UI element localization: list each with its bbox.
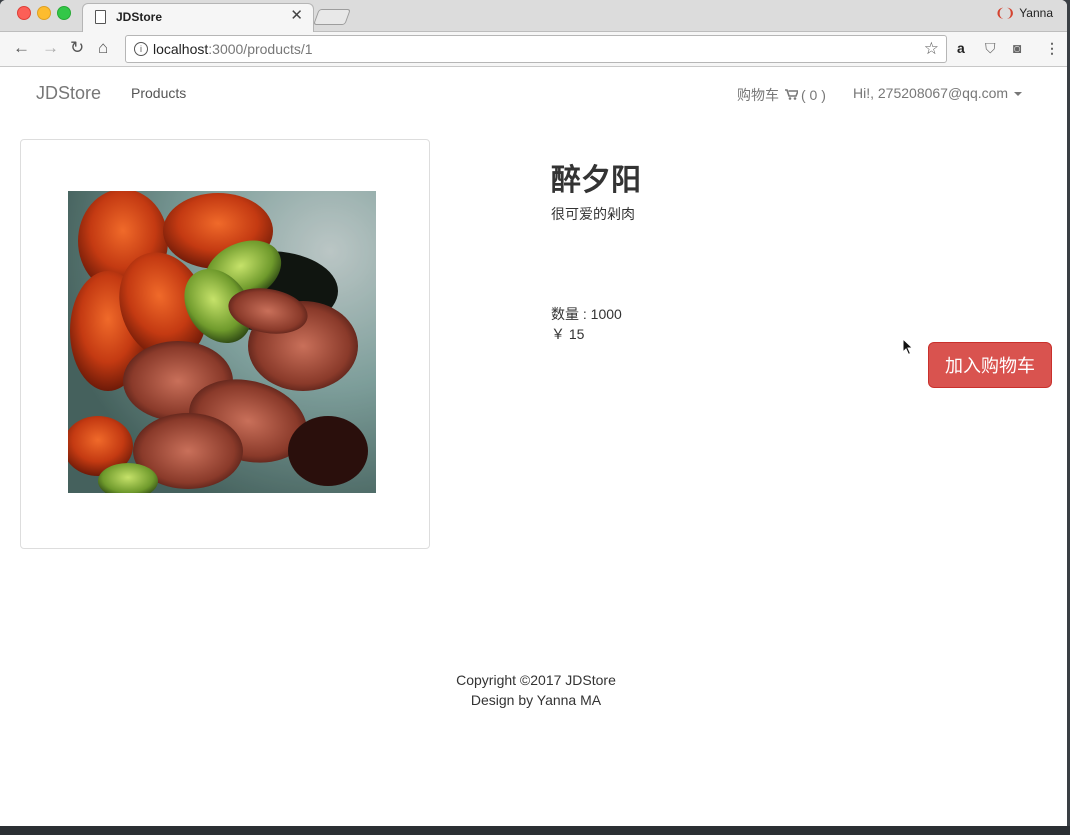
home-icon[interactable]: ⌂	[98, 39, 108, 57]
forward-arrow-icon[interactable]: →	[42, 39, 59, 57]
caret-down-icon	[1014, 92, 1023, 97]
product-image-frame	[20, 139, 430, 549]
cart-label: 购物车	[737, 87, 779, 103]
reload-icon[interactable]: ↻	[70, 39, 84, 57]
profile-button[interactable]: ❨❩ Yanna	[995, 6, 1053, 20]
minimize-window-button[interactable]	[37, 6, 51, 20]
shopping-cart-icon	[785, 87, 800, 103]
close-window-button[interactable]	[17, 6, 31, 20]
product-price: ￥ 15	[551, 326, 585, 342]
add-to-cart-button[interactable]: 加入购物车	[928, 342, 1052, 388]
tab-jdstore[interactable]: JDStore ✕	[82, 3, 314, 32]
brand-link[interactable]: JDStore	[36, 83, 101, 104]
shield-extension-icon[interactable]: ⛉	[985, 40, 996, 57]
footer-copyright: Copyright ©2017 JDStore	[456, 672, 616, 688]
address-bar[interactable]: i localhost:3000/products/1 ☆	[125, 35, 947, 63]
info-icon[interactable]: i	[134, 42, 148, 56]
cart-count: ( 0 )	[801, 87, 826, 103]
close-tab-icon[interactable]: ✕	[290, 7, 303, 24]
tab-bar: JDStore ✕ ❨❩ Yanna	[0, 0, 1067, 32]
product-title: 醉夕阳	[551, 164, 641, 197]
document-icon	[95, 10, 106, 24]
mouse-pointer-icon	[902, 337, 914, 361]
menu-dots-icon[interactable]: ⋮	[1045, 40, 1059, 57]
browser-toolbar: ← → ↻ ⌂ i localhost:3000/products/1 ☆ a …	[0, 32, 1067, 67]
background-desktop	[0, 826, 1070, 835]
url-text: localhost:3000/products/1	[153, 41, 313, 57]
profile-name: Yanna	[1019, 6, 1053, 20]
new-tab-button[interactable]	[313, 9, 351, 25]
product-quantity: 数量 : 1000	[551, 306, 622, 322]
bookmark-star-icon[interactable]: ☆	[924, 39, 939, 59]
back-arrow-icon[interactable]: ←	[13, 39, 30, 57]
site-navbar: JDStore Products 购物车 ( 0 ) Hi!, 27520806…	[5, 67, 1067, 119]
cart-link[interactable]: 购物车 ( 0 )	[737, 85, 826, 105]
nav-products-link[interactable]: Products	[131, 85, 186, 101]
amazon-extension-icon[interactable]: a	[957, 40, 965, 56]
user-label: Hi!, 275208067@qq.com	[853, 85, 1009, 101]
site-footer: Copyright ©2017 JDStore Design by Yanna …	[5, 670, 1067, 710]
profile-icon: ❨❩	[995, 6, 1016, 20]
camera-extension-icon[interactable]: ◙	[1013, 40, 1021, 56]
product-description: 很可爱的剁肉	[551, 206, 635, 222]
page-content: JDStore Products 购物车 ( 0 ) Hi!, 27520806…	[5, 67, 1067, 826]
user-dropdown[interactable]: Hi!, 275208067@qq.com	[853, 85, 1023, 101]
product-image	[68, 191, 376, 493]
browser-window: JDStore ✕ ❨❩ Yanna ← → ↻ ⌂ i localhost:30…	[0, 0, 1067, 826]
tab-title: JDStore	[116, 10, 163, 24]
footer-design: Design by Yanna MA	[470, 692, 602, 708]
maximize-window-button[interactable]	[57, 6, 71, 20]
